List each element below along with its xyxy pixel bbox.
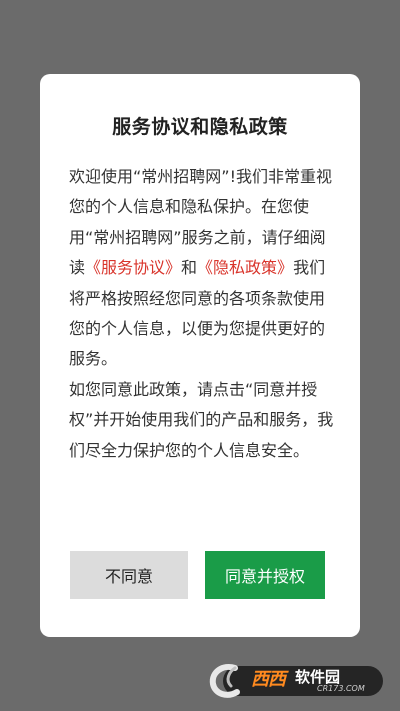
agree-button[interactable]: 同意并授权: [205, 551, 325, 599]
disagree-button[interactable]: 不同意: [70, 551, 188, 599]
privacy-dialog: 服务协议和隐私政策 欢迎使用“常州招聘网”!我们非常重视您的个人信息和隐私保护。…: [40, 74, 360, 637]
watermark-url: CR173.COM: [317, 684, 365, 693]
policy-paragraph-1: 欢迎使用“常州招聘网”!我们非常重视您的个人信息和隐私保护。在您使用“常州招聘网…: [69, 162, 335, 375]
service-agreement-link[interactable]: 《服务协议》: [85, 258, 181, 277]
watermark-swirl-icon: [209, 664, 240, 698]
watermark-logo: 西西: [251, 669, 286, 690]
and-text: 和: [181, 258, 198, 278]
dialog-body: 欢迎使用“常州招聘网”!我们非常重视您的个人信息和隐私保护。在您使用“常州招聘网…: [69, 162, 335, 466]
watermark: 西西 软件园 CR173.COM: [205, 660, 385, 702]
privacy-policy-link[interactable]: 《隐私政策》: [197, 258, 293, 277]
policy-paragraph-2: 如您同意此政策，请点击“同意并授权”并开始使用我们的产品和服务，我们尽全力保护您…: [69, 379, 334, 460]
dialog-title: 服务协议和隐私政策: [112, 116, 288, 138]
